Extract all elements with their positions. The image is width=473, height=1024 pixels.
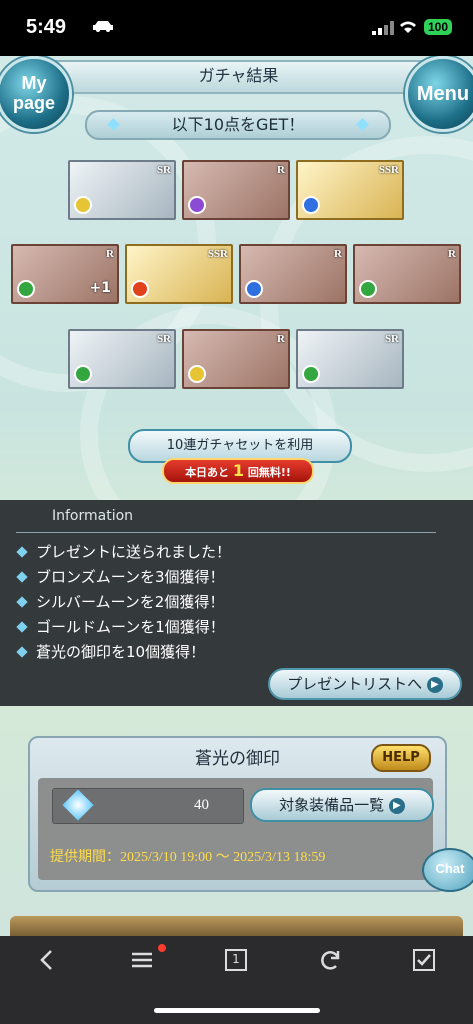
item-card[interactable]: R [353, 244, 461, 304]
item-card[interactable]: SR [296, 329, 404, 389]
rarity-label: SR [156, 333, 171, 345]
present-list-button[interactable]: プレゼントリストへ ▶ [268, 668, 462, 700]
information-item: 蒼光の御印を10個獲得！ [16, 640, 231, 665]
item-card[interactable]: SR [68, 329, 176, 389]
rarity-label: SR [384, 333, 399, 345]
menu-button[interactable]: Menu [405, 56, 473, 132]
information-item: ブロンズムーンを3個獲得！ [16, 565, 231, 590]
light-element-icon [74, 196, 92, 214]
rarity-label: R [106, 248, 114, 260]
wind-element-icon [17, 280, 35, 298]
item-card[interactable]: SR [68, 160, 176, 220]
car-icon [93, 21, 113, 32]
wind-element-icon [359, 280, 377, 298]
reload-icon[interactable] [310, 946, 350, 976]
free-badge-pre: 本日あと [185, 466, 230, 479]
light-element-icon [188, 365, 206, 383]
status-bar: 5:49 100 [0, 0, 473, 56]
header-bar: ガチャ結果 [40, 60, 437, 94]
tab-count-icon[interactable]: 1 [216, 946, 256, 976]
rarity-label: SR [156, 164, 171, 176]
information-title: Information [52, 508, 134, 524]
home-indicator [154, 1008, 320, 1013]
plus-label: +1 [89, 280, 111, 296]
information-item: シルバームーンを2個獲得！ [16, 590, 231, 615]
item-card[interactable]: R [182, 329, 290, 389]
item-card[interactable]: SSR [125, 244, 233, 304]
game-screen: ガチャ結果 My page Menu 以下10点をGET！ SR R SSR R… [0, 56, 473, 936]
rarity-label: SSR [207, 248, 228, 260]
information-list: プレゼントに送られました！ ブロンズムーンを3個獲得！ シルバームーンを2個獲得… [16, 540, 231, 665]
free-badge-post: 回無料!! [247, 466, 291, 479]
item-card[interactable]: R +1 [11, 244, 119, 304]
status-time: 5:49 [26, 16, 67, 38]
back-icon[interactable] [28, 946, 68, 976]
item-count: 40 [194, 797, 209, 813]
tab-count: 1 [232, 952, 240, 966]
bottom-frame [10, 916, 463, 936]
mypage-label-2: page [12, 93, 55, 113]
notification-dot [158, 944, 166, 952]
panel-body: 40 対象装備品一覧 ▶ 提供期間：2025/3/10 19:00 〜 2025… [38, 778, 434, 880]
rarity-label: SSR [378, 164, 399, 176]
rarity-label: R [277, 164, 285, 176]
chat-button[interactable]: Chat [422, 848, 473, 892]
rarity-label: R [277, 333, 285, 345]
get-banner-text: 以下10点をGET！ [171, 115, 305, 134]
divider [16, 532, 436, 533]
information-item: プレゼントに送られました！ [16, 540, 231, 565]
arrow-right-icon: ▶ [388, 797, 405, 814]
mypage-label-1: My [21, 73, 47, 93]
wind-element-icon [74, 365, 92, 383]
item-card[interactable]: R [182, 160, 290, 220]
water-element-icon [245, 280, 263, 298]
target-equipment-button[interactable]: 対象装備品一覧 ▶ [250, 788, 434, 822]
offer-period: 提供期間：2025/3/10 19:00 〜 2025/3/13 18:59 [50, 850, 326, 865]
get-banner: 以下10点をGET！ [85, 110, 391, 140]
checkbox-icon[interactable] [404, 946, 444, 976]
free-count-badge: 本日あと 1 回無料!! [162, 458, 314, 484]
dark-element-icon [188, 196, 206, 214]
browser-toolbar: 1 [0, 936, 473, 1024]
item-card[interactable]: SSR [296, 160, 404, 220]
battery-indicator: 100 [424, 19, 453, 35]
help-button[interactable]: HELP [371, 744, 431, 772]
information-item: ゴールドムーンを1個獲得！ [16, 615, 231, 640]
item-panel: 蒼光の御印 HELP 40 対象装備品一覧 ▶ 提供期間：2025/3/10 1… [28, 736, 447, 892]
target-equipment-label: 対象装備品一覧 [279, 796, 385, 814]
page-title: ガチャ結果 [198, 66, 279, 85]
wifi-icon [400, 21, 416, 33]
wind-element-icon [302, 365, 320, 383]
item-count-box: 40 [52, 788, 244, 824]
signal-icon [372, 21, 394, 35]
menu-list-icon[interactable] [122, 946, 162, 976]
item-card[interactable]: R [239, 244, 347, 304]
rarity-label: R [448, 248, 456, 260]
water-element-icon [302, 196, 320, 214]
rarity-label: R [334, 248, 342, 260]
present-list-label: プレゼントリストへ [287, 675, 423, 693]
free-badge-count: 1 [232, 461, 245, 480]
crystal-icon [62, 789, 94, 821]
information-section: Information プレゼントに送られました！ ブロンズムーンを3個獲得！ … [0, 500, 473, 706]
arrow-right-icon: ▶ [426, 676, 443, 693]
fire-element-icon [131, 280, 149, 298]
